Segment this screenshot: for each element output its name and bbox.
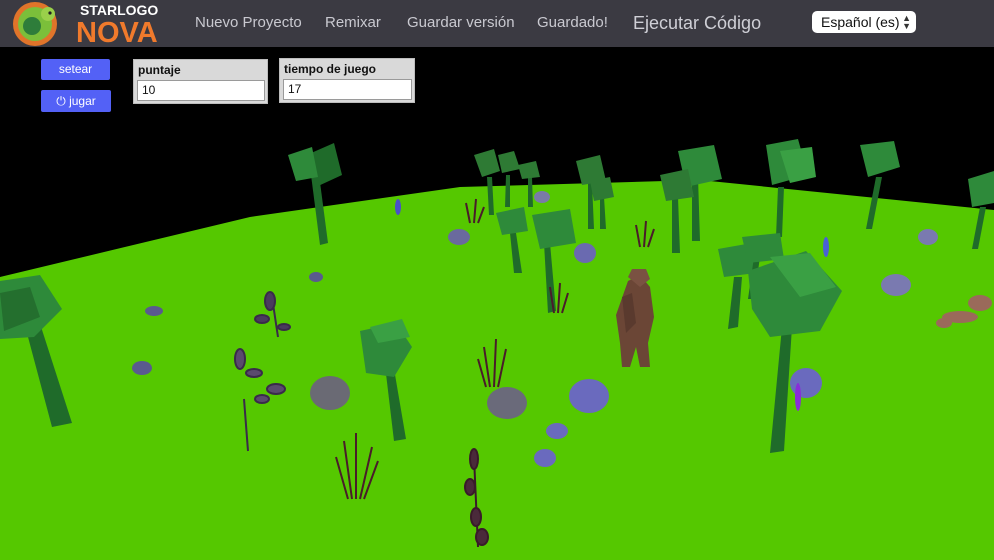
flower-plant — [823, 237, 829, 257]
rock — [569, 379, 609, 413]
rock — [790, 368, 822, 398]
select-arrows-icon: ▲ ▼ — [902, 13, 911, 31]
power-icon: ⏻ — [56, 94, 66, 108]
play-button[interactable]: ⏻ jugar — [41, 90, 111, 112]
flower-plant — [395, 199, 401, 215]
world-3d-viewport[interactable] — [0, 47, 994, 560]
saved-status-link[interactable]: Guardado! — [537, 0, 608, 47]
top-navbar: STARLOGO NOVA Nuevo Proyecto Remixar Gua… — [0, 0, 994, 47]
game-time-widget: tiempo de juego 17 — [279, 58, 415, 103]
rock — [881, 274, 911, 296]
rock — [918, 229, 938, 245]
logo-line2: NOVA — [76, 17, 158, 47]
rock — [534, 191, 550, 203]
remix-link[interactable]: Remixar — [325, 0, 381, 47]
save-version-link[interactable]: Guardar versión — [407, 0, 515, 47]
game-time-label: tiempo de juego — [284, 62, 377, 76]
logo-line1: STARLOGO — [80, 2, 158, 18]
setup-button[interactable]: setear — [41, 59, 110, 80]
language-select-value: Español (es) — [821, 14, 900, 30]
language-select[interactable]: Español (es) ▲ ▼ — [812, 11, 916, 33]
score-label: puntaje — [138, 63, 181, 77]
run-code-link[interactable]: Ejecutar Código — [633, 0, 761, 47]
play-button-label: jugar — [69, 94, 96, 108]
score-widget: puntaje 10 — [133, 59, 268, 104]
rock — [309, 272, 323, 282]
flower-plant — [795, 383, 801, 411]
new-project-link[interactable]: Nuevo Proyecto — [195, 0, 302, 47]
rock — [546, 423, 568, 439]
rock — [310, 376, 350, 410]
rock — [534, 449, 556, 467]
rock — [448, 229, 470, 245]
rock — [574, 243, 596, 263]
starlogo-nova-logo[interactable]: STARLOGO NOVA — [10, 0, 182, 47]
score-value-field[interactable]: 10 — [137, 80, 265, 101]
rock — [132, 361, 152, 375]
game-time-value-field[interactable]: 17 — [283, 79, 412, 100]
rock — [487, 387, 527, 419]
rock — [145, 306, 163, 316]
